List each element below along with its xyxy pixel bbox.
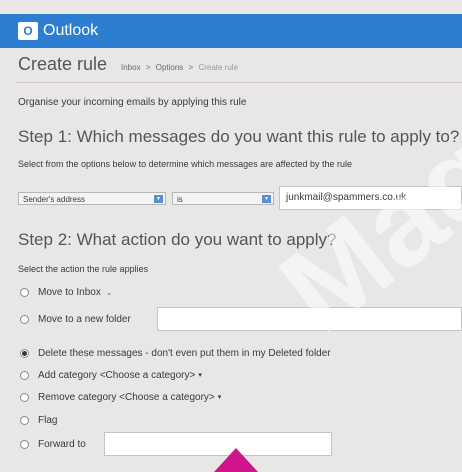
dropdown-arrow-icon[interactable]: ▾	[218, 393, 222, 401]
action-remove-category[interactable]: Remove category <Choose a category> ▾	[20, 390, 221, 404]
action-label: Delete these messages - don't even put t…	[38, 347, 331, 359]
breadcrumb-options[interactable]: Options	[156, 63, 184, 72]
breadcrumb-inbox[interactable]: Inbox	[121, 63, 141, 72]
step2-title: Step 2: What action do you want to apply…	[18, 230, 337, 249]
outlook-logo-icon[interactable]: O	[18, 22, 38, 40]
radio-button[interactable]	[20, 314, 29, 324]
dropdown-arrow-icon[interactable]: ▾	[198, 371, 202, 379]
action-label: Forward to	[38, 438, 86, 450]
intro-text: Organise your incoming emails by applyin…	[18, 97, 247, 108]
action-delete-messages[interactable]: Delete these messages - don't even put t…	[20, 346, 331, 360]
outlook-window: O Outlook Create rule Inbox > Options > …	[0, 0, 462, 472]
header-divider	[16, 82, 462, 83]
dropdown-arrow-icon: ▾	[262, 195, 271, 203]
page-title: Create rule	[18, 54, 108, 74]
action-label: Remove category <Choose a category>	[38, 391, 215, 403]
page-header: Create rule Inbox > Options > Create rul…	[18, 54, 458, 80]
radio-button[interactable]	[20, 392, 29, 402]
action-add-category[interactable]: Add category <Choose a category> ▾	[20, 368, 202, 382]
new-folder-input[interactable]	[157, 307, 462, 331]
step1-description: Select from the options below to determi…	[18, 159, 353, 169]
action-move-to-inbox[interactable]: Move to Inbox ⌄	[20, 285, 113, 299]
sender-address-input[interactable]: junkmail@spammers.co.uk	[279, 186, 462, 210]
sender-address-value: junkmail@spammers.co.uk	[286, 192, 407, 203]
breadcrumb-current: Create rule	[198, 63, 239, 72]
condition-field-value: Sender's address	[23, 195, 86, 204]
breadcrumb-separator: >	[188, 63, 194, 72]
condition-field-select[interactable]: Sender's address ▾	[18, 192, 166, 205]
action-flag[interactable]: Flag	[20, 413, 57, 427]
pink-triangle-marker	[214, 448, 258, 472]
action-label: Move to Inbox	[38, 286, 101, 298]
radio-button[interactable]	[20, 370, 29, 380]
action-move-to-folder[interactable]: Move to a new folder	[20, 312, 131, 326]
action-label: Flag	[38, 414, 58, 426]
chevron-down-icon[interactable]: ⌄	[106, 288, 113, 297]
radio-button[interactable]	[20, 287, 29, 297]
step1-title: Step 1: Which messages do you want this …	[18, 127, 460, 146]
radio-button[interactable]	[20, 415, 29, 425]
app-title[interactable]: Outlook	[43, 22, 98, 40]
action-label: Add category <Choose a category>	[38, 369, 196, 381]
breadcrumb: Inbox > Options > Create rule	[121, 63, 238, 72]
app-header-bar: O Outlook	[0, 14, 462, 48]
radio-button-selected[interactable]	[20, 348, 29, 358]
action-forward-to[interactable]: Forward to	[20, 437, 86, 451]
step2-description: Select the action the rule applies	[18, 264, 149, 274]
breadcrumb-separator: >	[145, 63, 151, 72]
condition-operator-select[interactable]: is ▾	[172, 192, 274, 205]
action-label: Move to a new folder	[38, 313, 131, 325]
radio-button[interactable]	[20, 439, 29, 449]
condition-operator-value: is	[177, 195, 183, 204]
dropdown-arrow-icon: ▾	[154, 195, 163, 203]
